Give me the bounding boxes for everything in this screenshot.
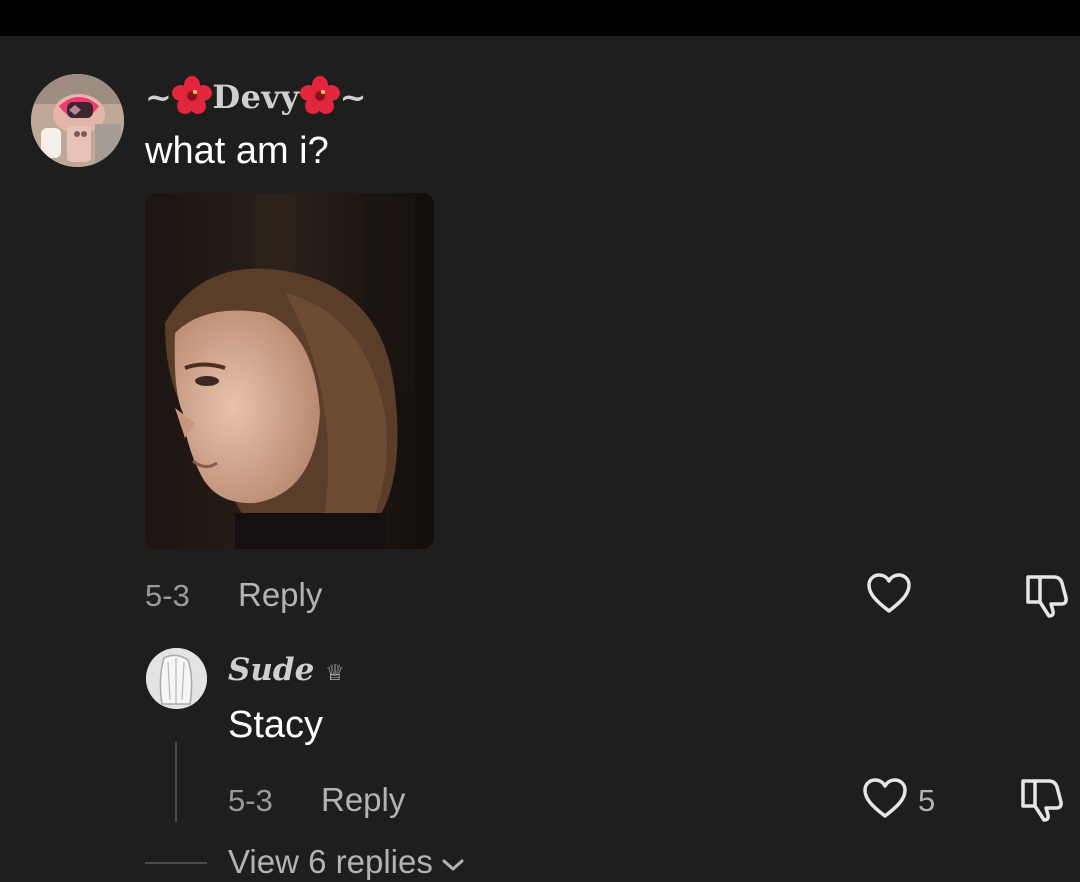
- thumbs-down-outline-icon[interactable]: [1020, 572, 1070, 623]
- hibiscus-icon: [299, 76, 340, 116]
- commenter-avatar[interactable]: [31, 74, 124, 167]
- thread-line: [175, 742, 177, 822]
- hibiscus-icon: [172, 76, 213, 116]
- username-suffix: ~: [339, 78, 367, 116]
- divider: [145, 862, 207, 864]
- comment-date: 5-3: [145, 578, 190, 613]
- reply-reply-button[interactable]: Reply: [321, 781, 405, 819]
- comment-text: what am i?: [145, 130, 329, 172]
- reply-button[interactable]: Reply: [238, 576, 322, 614]
- like-count: 5: [918, 783, 936, 818]
- reply-text: Stacy: [228, 704, 324, 746]
- commenter-username[interactable]: ~ Devy ~: [145, 76, 367, 116]
- reply-username-text: Sude: [228, 652, 315, 688]
- thumbs-down-outline-icon[interactable]: [1015, 776, 1065, 827]
- status-bar: [0, 0, 1080, 36]
- username-core: Devy: [212, 78, 300, 116]
- chevron-down-icon: [441, 843, 465, 881]
- reply-username[interactable]: Sude ♕: [228, 652, 345, 688]
- crown-icon: ♕: [325, 661, 345, 686]
- view-replies-button[interactable]: View 6 replies: [228, 843, 465, 881]
- heart-outline-icon[interactable]: [862, 777, 908, 824]
- comment-photo[interactable]: [145, 193, 434, 549]
- reply-avatar[interactable]: [146, 648, 207, 709]
- username-prefix: ~: [145, 78, 173, 116]
- view-replies-label: View 6 replies: [228, 843, 433, 880]
- reply-date: 5-3: [228, 783, 273, 818]
- heart-outline-icon[interactable]: [866, 572, 912, 619]
